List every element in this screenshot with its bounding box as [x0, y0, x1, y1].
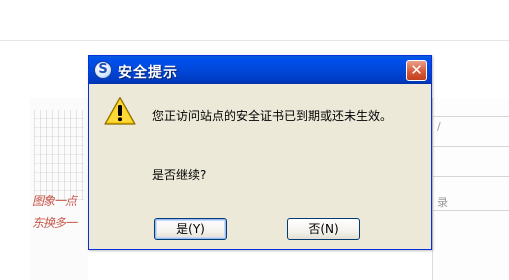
no-button[interactable]: 否(N)	[287, 218, 360, 240]
background-handwriting: 图象一点 东换多一	[32, 190, 90, 250]
handwriting-line: 图象一点	[32, 194, 77, 208]
warning-icon	[104, 96, 136, 125]
dialog-message: 您正访问站点的安全证书已到期或还未生效。	[152, 109, 393, 123]
background-sketch-image	[34, 110, 84, 200]
close-button[interactable]: ✕	[406, 60, 427, 81]
background-line	[433, 176, 509, 177]
app-logo-icon: S	[94, 61, 112, 79]
dialog-title: 安全提示	[118, 65, 178, 81]
yes-button[interactable]: 是(Y)	[154, 218, 227, 240]
background-line	[433, 210, 509, 211]
background-text: /	[437, 120, 441, 133]
background-line	[433, 116, 509, 117]
background-text: 录	[437, 196, 448, 209]
dialog-titlebar[interactable]: S 安全提示 ✕	[89, 56, 431, 84]
background-window-right: / 录	[432, 98, 509, 280]
background-line	[433, 146, 509, 147]
dialog-question: 是否继续?	[152, 168, 207, 182]
security-alert-dialog: S 安全提示 ✕ 您正访问站点的安全证书已到期或还未生效。 是否继续? 是(Y)…	[88, 55, 432, 250]
background-divider	[0, 40, 509, 41]
handwriting-line: 东换多一	[32, 216, 77, 230]
